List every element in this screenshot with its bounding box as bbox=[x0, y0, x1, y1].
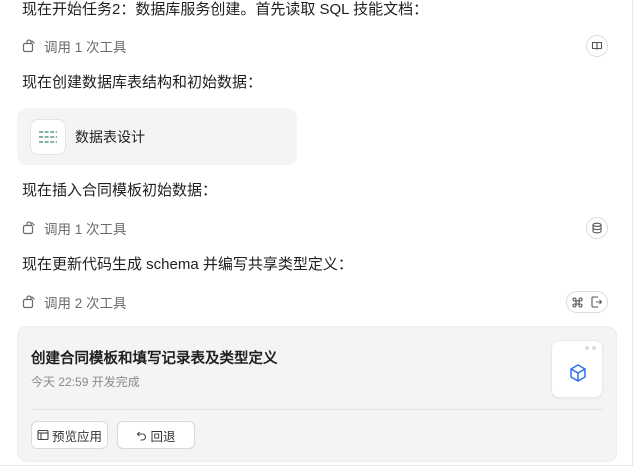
preview-window-icon bbox=[37, 429, 49, 441]
preview-app-button[interactable]: 预览应用 bbox=[31, 421, 108, 449]
file-card-name: 数据表设计 bbox=[75, 128, 145, 145]
result-card-timestamp: 今天 22:59 开发完成 bbox=[31, 375, 140, 389]
tool-call-row[interactable]: 调用 2 次工具 bbox=[22, 291, 608, 313]
tool-icon bbox=[22, 221, 36, 235]
tool-call-count: 调用 2 次工具 bbox=[44, 296, 127, 311]
tool-icon bbox=[22, 39, 36, 53]
preview-app-label: 预览应用 bbox=[51, 429, 102, 444]
divider bbox=[31, 409, 603, 410]
assistant-message-task2: 现在开始任务2：数据库服务创建。首先读取 SQL 技能文档： bbox=[22, 1, 429, 18]
code-command-icon[interactable] bbox=[568, 292, 587, 312]
app-thumbnail[interactable] bbox=[551, 340, 603, 398]
assistant-message-create-tables: 现在创建数据库表结构和初始数据： bbox=[22, 74, 263, 91]
result-card[interactable]: 创建合同模板和填写记录表及类型定义 今天 22:59 开发完成 预览应用 回退 bbox=[17, 326, 617, 462]
window-dots bbox=[585, 346, 596, 350]
tool-call-count: 调用 1 次工具 bbox=[44, 222, 127, 237]
tool-call-count: 调用 1 次工具 bbox=[44, 40, 127, 55]
tool-icon bbox=[22, 295, 36, 309]
rollback-button[interactable]: 回退 bbox=[117, 421, 195, 449]
undo-icon bbox=[137, 431, 147, 441]
assistant-message-update-schema: 现在更新代码生成 schema 并编写共享类型定义： bbox=[22, 256, 353, 273]
result-card-title: 创建合同模板和填写记录表及类型定义 bbox=[31, 351, 278, 367]
tool-icons-group[interactable] bbox=[566, 291, 608, 313]
cube-icon bbox=[568, 363, 588, 388]
assistant-message-insert-templates: 现在插入合同模板初始数据： bbox=[22, 182, 218, 199]
database-icon[interactable] bbox=[586, 217, 608, 239]
file-export-icon[interactable] bbox=[587, 292, 606, 312]
tool-call-row[interactable]: 调用 1 次工具 bbox=[22, 35, 608, 57]
table-rows-icon bbox=[30, 118, 66, 155]
tool-call-row[interactable]: 调用 1 次工具 bbox=[22, 217, 608, 239]
file-card[interactable]: 数据表设计 bbox=[17, 108, 297, 165]
book-icon[interactable] bbox=[586, 35, 608, 57]
rollback-label: 回退 bbox=[150, 429, 176, 444]
